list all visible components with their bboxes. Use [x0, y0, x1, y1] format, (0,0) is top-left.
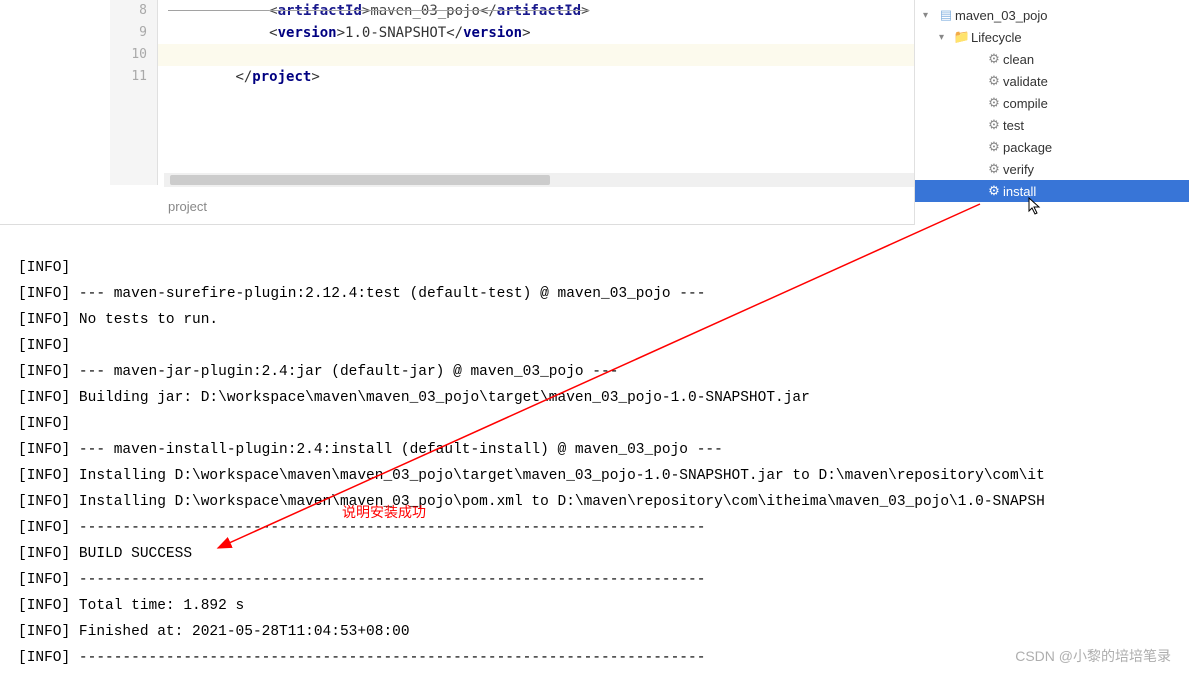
editor-area: 8 9 10 11 <artifactId>maven_03_pojo</art…: [0, 0, 914, 225]
cursor-icon: [1028, 197, 1042, 215]
line-number: 9: [110, 22, 147, 44]
gear-icon: ⚙: [985, 51, 1003, 67]
chevron-down-icon: ▾: [923, 10, 937, 21]
maven-sidebar: ▾ ▤ maven_03_pojo ▾ 📁 Lifecycle ⚙clean ⚙…: [914, 0, 1189, 225]
line-gutter: 8 9 10 11: [110, 0, 158, 185]
horizontal-scrollbar[interactable]: [164, 173, 914, 187]
scrollbar-thumb[interactable]: [170, 175, 550, 185]
tree-label: test: [1003, 118, 1024, 133]
gear-icon: ⚙: [985, 139, 1003, 155]
console-line: [INFO] BUILD SUCCESS: [18, 541, 1171, 567]
code-line: <version>1.0-SNAPSHOT</version>: [158, 22, 914, 44]
build-console[interactable]: [INFO] [INFO] --- maven-surefire-plugin:…: [0, 225, 1189, 671]
console-line: [INFO] --- maven-jar-plugin:2.4:jar (def…: [18, 359, 1171, 385]
gear-icon: ⚙: [985, 117, 1003, 133]
tree-label: clean: [1003, 52, 1034, 67]
line-number: 8: [110, 0, 147, 22]
gear-icon: ⚙: [985, 73, 1003, 89]
gear-icon: ⚙: [985, 183, 1003, 199]
code-line: <artifactId>maven_03_pojo</artifactId>: [158, 0, 914, 22]
watermark: CSDN @小黎的培培笔录: [1015, 646, 1171, 666]
tree-label: package: [1003, 140, 1052, 155]
tree-label: compile: [1003, 96, 1048, 111]
folder-icon: 📁: [953, 29, 971, 45]
lifecycle-test[interactable]: ⚙test: [915, 114, 1189, 136]
tree-root-module[interactable]: ▾ ▤ maven_03_pojo: [915, 4, 1189, 26]
lifecycle-verify[interactable]: ⚙verify: [915, 158, 1189, 180]
gear-icon: ⚙: [985, 161, 1003, 177]
module-icon: ▤: [937, 7, 955, 23]
lifecycle-validate[interactable]: ⚙validate: [915, 70, 1189, 92]
line-number: 11: [110, 66, 147, 88]
breadcrumb[interactable]: project: [168, 199, 207, 214]
lifecycle-compile[interactable]: ⚙compile: [915, 92, 1189, 114]
console-line: [INFO] ---------------------------------…: [18, 567, 1171, 593]
lifecycle-clean[interactable]: ⚙clean: [915, 48, 1189, 70]
console-line: [INFO]: [18, 255, 1171, 281]
code-line: [158, 44, 914, 66]
console-line: [INFO] Total time: 1.892 s: [18, 593, 1171, 619]
console-line: [INFO] --- maven-surefire-plugin:2.12.4:…: [18, 281, 1171, 307]
tree-folder-lifecycle[interactable]: ▾ 📁 Lifecycle: [915, 26, 1189, 48]
console-line: [INFO] --- maven-install-plugin:2.4:inst…: [18, 437, 1171, 463]
chevron-down-icon: ▾: [939, 32, 953, 43]
console-line: [INFO] Finished at: 2021-05-28T11:04:53+…: [18, 619, 1171, 645]
console-line: [INFO]: [18, 411, 1171, 437]
lifecycle-package[interactable]: ⚙package: [915, 136, 1189, 158]
gear-icon: ⚙: [985, 95, 1003, 111]
annotation-text: 说明安装成功: [342, 502, 426, 522]
top-pane: 8 9 10 11 <artifactId>maven_03_pojo</art…: [0, 0, 1189, 225]
console-line: [INFO] Installing D:\workspace\maven\mav…: [18, 489, 1171, 515]
tree-label: verify: [1003, 162, 1034, 177]
console-line: [INFO] No tests to run.: [18, 307, 1171, 333]
console-line: [INFO] ---------------------------------…: [18, 645, 1171, 671]
tree-label: validate: [1003, 74, 1048, 89]
console-line: [INFO] ---------------------------------…: [18, 515, 1171, 541]
tree-label: Lifecycle: [971, 30, 1022, 45]
code-area[interactable]: <artifactId>maven_03_pojo</artifactId> <…: [158, 0, 914, 88]
console-line: [INFO]: [18, 333, 1171, 359]
line-number: 10: [110, 44, 147, 66]
lifecycle-install[interactable]: ⚙install: [915, 180, 1189, 202]
console-line: [INFO] Installing D:\workspace\maven\mav…: [18, 463, 1171, 489]
code-line: </project>: [158, 66, 914, 88]
console-line: [INFO] Building jar: D:\workspace\maven\…: [18, 385, 1171, 411]
tree-label: maven_03_pojo: [955, 8, 1048, 23]
